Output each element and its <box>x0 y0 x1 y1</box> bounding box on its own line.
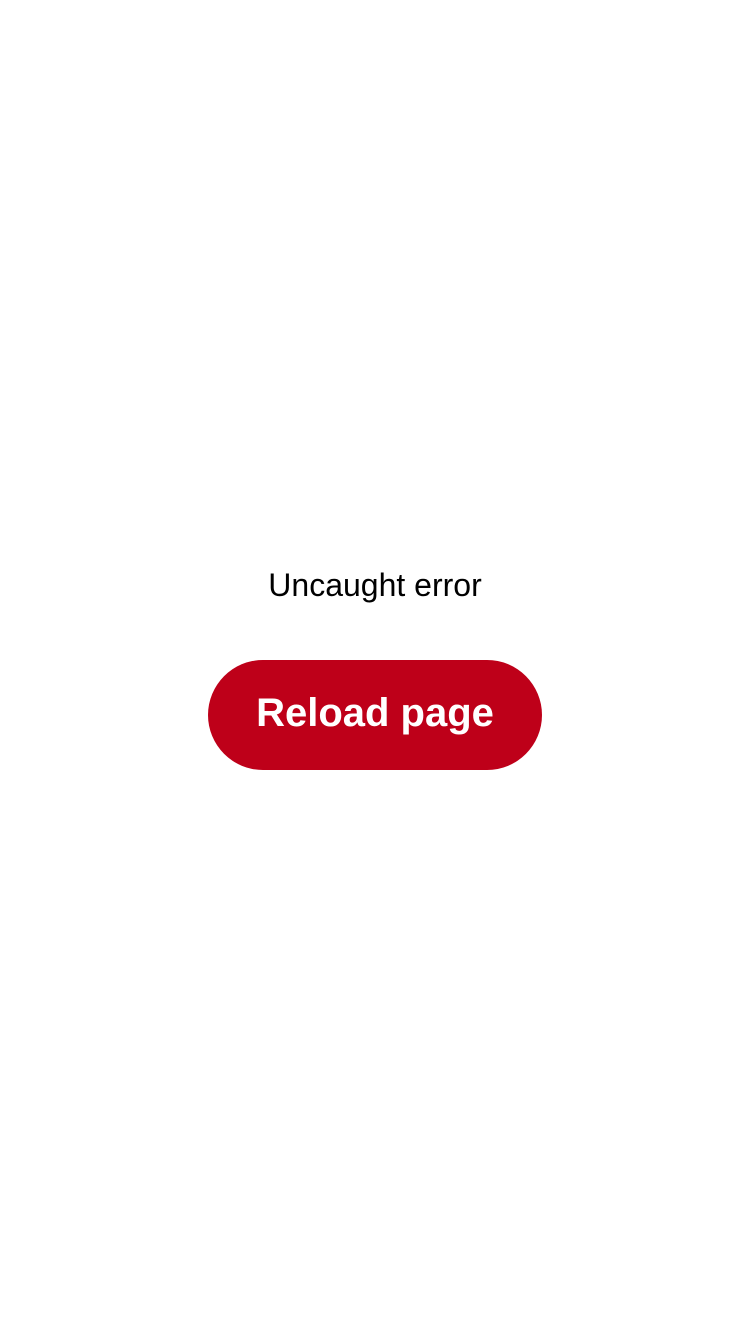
error-screen: Uncaught error Reload page <box>0 0 750 1334</box>
error-message: Uncaught error <box>268 567 482 603</box>
reload-page-button[interactable]: Reload page <box>208 660 542 770</box>
reload-page-label: Reload page <box>256 691 494 735</box>
